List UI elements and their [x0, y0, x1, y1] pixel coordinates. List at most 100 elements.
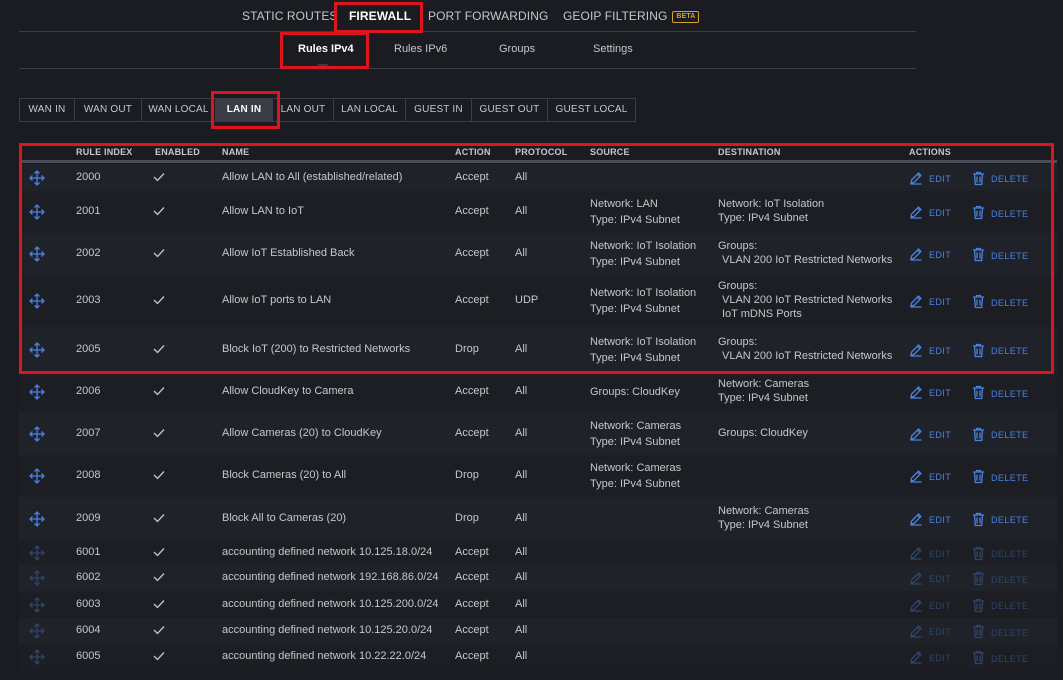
delete-button[interactable]: DELETE: [972, 343, 1028, 360]
move-arrows-icon[interactable]: [29, 510, 45, 527]
rule-index: 2007: [76, 426, 101, 439]
trash-icon: [972, 571, 991, 588]
pencil-icon: [909, 571, 929, 587]
rule-name: accounting defined network 192.168.86.0/…: [222, 571, 439, 583]
delete-button[interactable]: DELETE: [972, 385, 1028, 402]
delete-button[interactable]: DELETE: [972, 171, 1028, 188]
rule-protocol: UDP: [515, 294, 539, 306]
table-row: 2002 Allow IoT Established Back Accept All N…: [19, 233, 1057, 275]
destination-line: IoT mDNS Ports: [722, 308, 802, 320]
rule-name: Allow IoT ports to LAN: [222, 294, 332, 306]
delete-button[interactable]: DELETE: [972, 247, 1028, 264]
rule-action: Accept: [455, 624, 489, 636]
edit-button[interactable]: EDIT: [909, 247, 951, 263]
edit-button[interactable]: EDIT: [909, 343, 951, 359]
check-icon: [153, 651, 165, 661]
ruleset-guest-out[interactable]: GUEST OUT: [472, 99, 548, 121]
ruleset-wan-in[interactable]: WAN IN: [20, 99, 75, 121]
move-arrows-icon[interactable]: [29, 384, 45, 400]
move-arrows-icon[interactable]: [29, 468, 45, 484]
tab-port-forwarding[interactable]: PORT FORWARDING: [428, 9, 548, 23]
delete-label: DELETE: [991, 515, 1029, 525]
edit-button[interactable]: EDIT: [909, 385, 951, 401]
check-icon: [153, 428, 165, 438]
table-row: 6001 accounting defined network 10.125.18…: [19, 540, 1057, 565]
destination-line: Groups:: [718, 240, 758, 252]
table-row: 2009 Block All to Cameras (20) Drop All Netw…: [19, 497, 1057, 540]
delete-button[interactable]: DELETE: [972, 598, 1028, 615]
delete-button[interactable]: DELETE: [972, 205, 1028, 222]
edit-button[interactable]: EDIT: [909, 294, 951, 310]
subtab-rules-ipv4[interactable]: Rules IPv4: [298, 43, 354, 55]
ruleset-lan-local[interactable]: LAN LOCAL: [334, 99, 406, 121]
delete-button[interactable]: DELETE: [972, 512, 1028, 529]
move-arrows-icon[interactable]: [29, 293, 45, 309]
move-arrows-icon[interactable]: [29, 570, 45, 586]
delete-button[interactable]: DELETE: [972, 294, 1028, 311]
destination-line: Network: Cameras: [718, 504, 810, 517]
edit-button[interactable]: EDIT: [909, 546, 951, 562]
move-arrows-icon[interactable]: [29, 341, 45, 358]
move-arrows-icon[interactable]: [29, 649, 45, 665]
pencil-icon: [909, 512, 929, 528]
ruleset-wan-out[interactable]: WAN OUT: [75, 99, 142, 121]
delete-button[interactable]: DELETE: [972, 650, 1028, 667]
edit-button[interactable]: EDIT: [909, 469, 951, 485]
move-arrows-icon[interactable]: [29, 169, 45, 186]
delete-label: DELETE: [991, 472, 1029, 483]
tab-static-routes[interactable]: STATIC ROUTES: [242, 9, 338, 23]
move-arrows-icon[interactable]: [29, 623, 45, 639]
move-arrows-icon[interactable]: [29, 246, 45, 262]
ruleset-wan-local[interactable]: WAN LOCAL: [142, 99, 216, 121]
destination-line: VLAN 200 IoT Restricted Networks: [722, 254, 893, 266]
edit-button[interactable]: EDIT: [909, 205, 951, 221]
move-arrows-icon[interactable]: [29, 425, 45, 442]
edit-button[interactable]: EDIT: [909, 171, 951, 187]
source-line: Groups: CloudKey: [590, 386, 680, 398]
header-rule-index: RULE INDEX: [76, 147, 133, 157]
edit-label: EDIT: [929, 297, 952, 307]
trash-icon: [972, 385, 991, 402]
delete-label: DELETE: [991, 297, 1029, 308]
pencil-icon: [909, 247, 929, 263]
subtab-rules-ipv6[interactable]: Rules IPv6: [394, 43, 447, 55]
source-line: Network: Cameras: [590, 419, 682, 432]
header-source: SOURCE: [590, 147, 630, 157]
delete-button[interactable]: DELETE: [972, 469, 1028, 486]
move-arrows-icon[interactable]: [29, 544, 45, 561]
tab-geoip-filtering[interactable]: GEOIP FILTERING BETA: [563, 9, 700, 23]
edit-label: EDIT: [929, 574, 952, 584]
header-protocol: PROTOCOL: [515, 147, 568, 157]
subtab-groups[interactable]: Groups: [499, 43, 535, 55]
source-line: Type: IPv4 Subnet: [590, 435, 680, 448]
rule-protocol: All: [515, 511, 528, 524]
subtab-settings[interactable]: Settings: [593, 43, 633, 55]
edit-button[interactable]: EDIT: [909, 624, 951, 640]
check-icon: [153, 470, 165, 480]
edit-button[interactable]: EDIT: [909, 512, 951, 528]
rule-protocol: All: [515, 342, 528, 355]
trash-icon: [972, 247, 991, 264]
rule-action: Accept: [455, 205, 489, 217]
trash-icon: [972, 343, 991, 360]
delete-button[interactable]: DELETE: [972, 571, 1028, 588]
edit-button[interactable]: EDIT: [909, 598, 951, 614]
ruleset-lan-out[interactable]: LAN OUT: [273, 99, 334, 121]
tab-firewall[interactable]: FIREWALL: [349, 9, 411, 23]
move-arrows-icon[interactable]: [29, 204, 45, 220]
ruleset-guest-in[interactable]: GUEST IN: [406, 99, 472, 121]
delete-button[interactable]: DELETE: [972, 546, 1028, 563]
rule-action: Accept: [455, 426, 489, 439]
edit-button[interactable]: EDIT: [909, 427, 951, 443]
table-row: 2000 Allow LAN to All (established/relate…: [19, 164, 1057, 191]
edit-button[interactable]: EDIT: [909, 571, 951, 587]
rule-action: Accept: [455, 571, 489, 583]
edit-button[interactable]: EDIT: [909, 650, 951, 666]
ruleset-lan-in[interactable]: LAN IN: [216, 99, 273, 121]
source-line: Network: LAN: [590, 198, 658, 210]
delete-button[interactable]: DELETE: [972, 427, 1028, 444]
delete-button[interactable]: DELETE: [972, 624, 1028, 641]
move-arrows-icon[interactable]: [29, 596, 45, 613]
rule-destination: Groups: CloudKey: [718, 426, 808, 440]
ruleset-guest-local[interactable]: GUEST LOCAL: [548, 99, 635, 121]
